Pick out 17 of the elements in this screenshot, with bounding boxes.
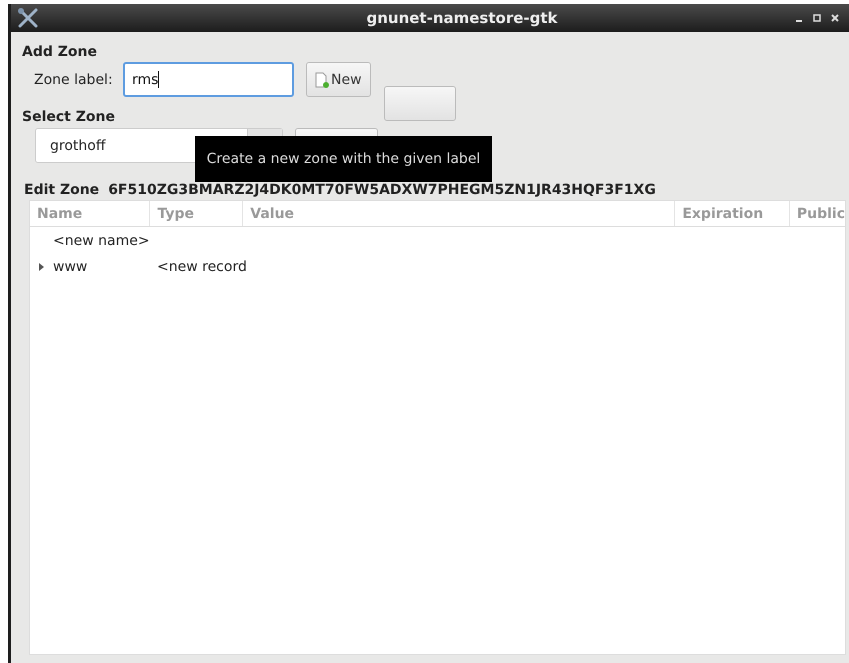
- maximize-icon[interactable]: [813, 14, 821, 22]
- section-heading: Add Zone: [22, 44, 98, 60]
- table-cell[interactable]: <new name>: [53, 233, 150, 249]
- zone-label-field[interactable]: rms: [123, 62, 294, 97]
- zone-key: 6F510ZG3BMARZ2J4DK0MT70FW5ADXW7PHEGM5ZN1JR43HQF3F1XG: [108, 182, 656, 198]
- close-icon[interactable]: [831, 14, 839, 22]
- new-file-icon: [315, 72, 329, 88]
- tools-icon: [17, 8, 39, 28]
- table-cell[interactable]: www: [53, 259, 88, 275]
- expander-icon[interactable]: [38, 263, 45, 271]
- new-button[interactable]: New: [306, 62, 371, 97]
- field-label: Zone label:: [34, 72, 114, 88]
- tooltip: Create a new zone with the given label: [195, 136, 492, 182]
- table-cell[interactable]: <new record: [157, 259, 247, 275]
- section-heading: Edit Zone: [24, 182, 100, 198]
- window-title: gnunet-namestore-gtk: [365, 9, 559, 27]
- section-heading: Select Zone: [22, 109, 116, 125]
